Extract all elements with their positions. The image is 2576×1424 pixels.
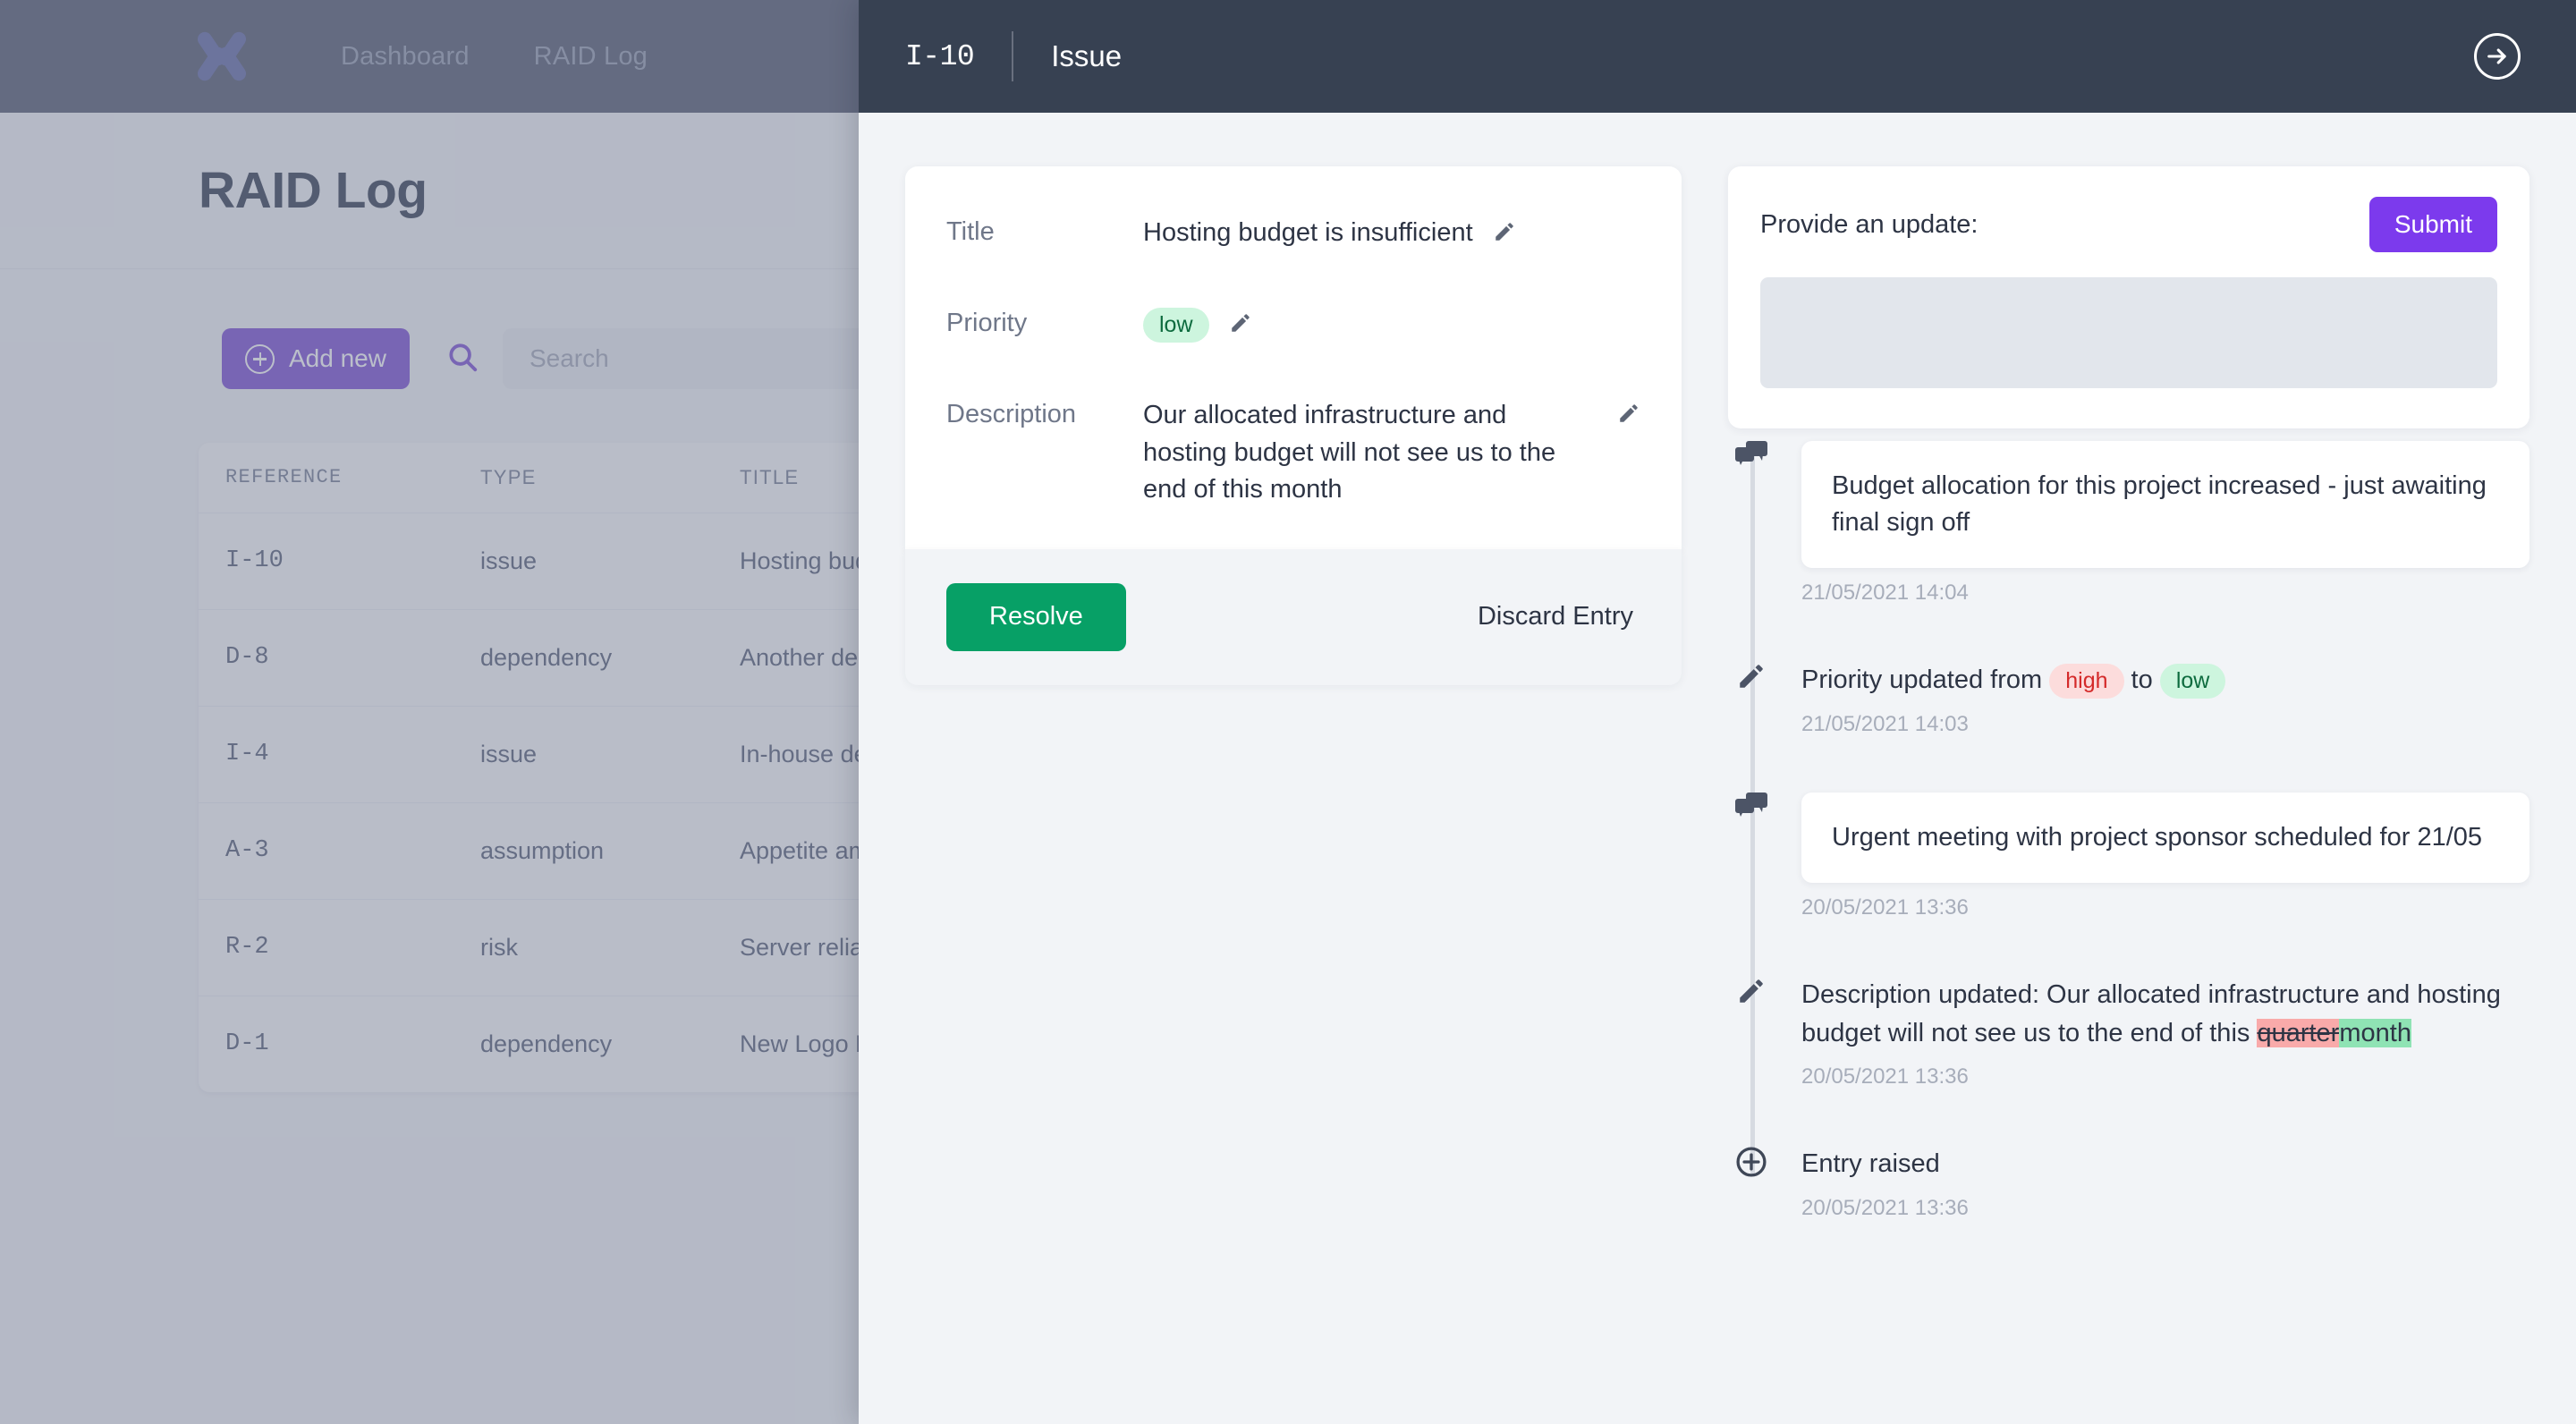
title-text: Hosting budget is insufficient xyxy=(1143,218,1473,247)
provide-update-label: Provide an update: xyxy=(1760,209,1979,239)
activity-column: Provide an update: Submit Budget allocat… xyxy=(1728,166,2529,1424)
field-value-priority: low xyxy=(1143,306,1633,345)
pencil-icon-title[interactable] xyxy=(1493,217,1516,254)
cell-type: assumption xyxy=(480,837,605,864)
pencil-icon-description[interactable] xyxy=(1617,399,1640,436)
timeline-gap xyxy=(1801,606,2529,661)
cell-reference: I-4 xyxy=(225,741,269,767)
header-divider xyxy=(1012,31,1014,81)
field-label-title: Title xyxy=(946,217,995,246)
submit-button[interactable]: Submit xyxy=(2368,197,2497,252)
field-label-description: Description xyxy=(946,400,1077,429)
provide-update-card: Provide an update: Submit xyxy=(1728,166,2529,428)
pencil-icon-priority[interactable] xyxy=(1229,309,1252,345)
timeline-items: Budget allocation for this project incre… xyxy=(1728,441,2529,1221)
field-description: Description Our allocated infrastructure… xyxy=(946,397,1638,508)
timeline-gap xyxy=(1801,920,2529,976)
field-priority: Priority low xyxy=(946,306,1633,345)
cell-reference: A-3 xyxy=(225,837,269,864)
plus-circle-icon xyxy=(245,343,275,374)
update-card-header: Provide an update: Submit xyxy=(1760,197,2497,252)
app-root: Dashboard RAID Log RAID Log Add new Sear… xyxy=(0,0,2576,1424)
update-textarea[interactable] xyxy=(1760,277,2497,388)
pencil-icon xyxy=(1728,661,1775,691)
modal-body: Title Hosting budget is insufficient Pri… xyxy=(859,113,2576,1424)
page-title: RAID Log xyxy=(199,162,428,219)
timeline-timestamp: 21/05/2021 14:04 xyxy=(1801,581,1969,606)
timeline-item: Priority updated from high to low 21/05/2… xyxy=(1728,661,2529,793)
cell-reference: D-8 xyxy=(225,644,269,671)
resolve-button[interactable]: Resolve xyxy=(946,582,1126,651)
diff-added-text: month xyxy=(2339,1018,2411,1047)
cell-type: risk xyxy=(480,934,518,961)
entry-detail-panel: I-10 Issue Title Hosting budget is insuf… xyxy=(859,0,2576,1424)
add-new-label: Add new xyxy=(289,344,386,372)
timeline-timestamp: 21/05/2021 14:03 xyxy=(1801,711,1969,736)
detail-card-actions: Resolve Discard Entry xyxy=(905,548,1682,685)
timeline-item: Description updated: Our allocated infra… xyxy=(1728,976,2529,1145)
diff-removed-text: quarter xyxy=(2257,1018,2340,1047)
field-value-title: Hosting budget is insufficient xyxy=(1143,215,1633,254)
timeline-description-change: Description updated: Our allocated infra… xyxy=(1801,980,2501,1047)
search-icon[interactable] xyxy=(445,340,479,378)
timeline-content: Description updated: Our allocated infra… xyxy=(1801,976,2529,1145)
x-logo-icon xyxy=(192,27,251,86)
timeline-content: Urgent meeting with project sponsor sche… xyxy=(1801,792,2529,976)
cell-reference: R-2 xyxy=(225,934,269,961)
cell-reference: I-10 xyxy=(225,547,284,574)
modal-header: I-10 Issue xyxy=(859,0,2576,113)
timeline-comment-bubble: Budget allocation for this project incre… xyxy=(1801,441,2529,569)
nav-link-dashboard[interactable]: Dashboard xyxy=(341,42,470,72)
entry-detail-card: Title Hosting budget is insufficient Pri… xyxy=(905,166,1682,549)
timeline-timestamp: 20/05/2021 13:36 xyxy=(1801,1196,1969,1221)
cell-type: issue xyxy=(480,547,538,574)
field-label-priority: Priority xyxy=(946,309,1028,338)
activity-timeline: Budget allocation for this project incre… xyxy=(1728,441,2529,1221)
priority-badge: low xyxy=(1143,308,1209,343)
cell-reference: D-1 xyxy=(225,1030,269,1057)
comment-icon xyxy=(1728,792,1775,821)
detail-column: Title Hosting budget is insufficient Pri… xyxy=(905,166,1682,1424)
timeline-item: Urgent meeting with project sponsor sche… xyxy=(1728,792,2529,976)
field-title: Title Hosting budget is insufficient xyxy=(946,215,1633,254)
pencil-icon xyxy=(1728,976,1775,1006)
nav-link-raid-log[interactable]: RAID Log xyxy=(534,42,648,72)
priority-from-badge: high xyxy=(2049,664,2124,699)
timeline-priority-change: Priority updated from high to low xyxy=(1801,661,2529,699)
cell-type: dependency xyxy=(480,644,613,671)
column-header-reference: REFERENCE xyxy=(225,466,343,488)
field-value-description: Our allocated infrastructure and hosting… xyxy=(1143,397,1638,508)
timeline-comment-bubble: Urgent meeting with project sponsor sche… xyxy=(1801,792,2529,884)
timeline-content: Budget allocation for this project incre… xyxy=(1801,441,2529,661)
plus-circle-icon xyxy=(1728,1145,1775,1179)
timeline-timestamp: 20/05/2021 13:36 xyxy=(1801,895,1969,920)
discard-entry-button[interactable]: Discard Entry xyxy=(1478,602,1633,631)
timeline-timestamp: 20/05/2021 13:36 xyxy=(1801,1064,1969,1089)
add-new-button[interactable]: Add new xyxy=(222,328,410,389)
timeline-entry-raised: Entry raised xyxy=(1801,1149,1940,1179)
timeline-gap xyxy=(1801,737,2529,793)
cell-type: issue xyxy=(480,741,538,767)
timeline-content: Priority updated from high to low 21/05/2… xyxy=(1801,661,2529,793)
timeline-content: Entry raised 20/05/2021 13:36 xyxy=(1801,1145,2529,1221)
cell-type: dependency xyxy=(480,1030,613,1057)
column-header-type: TYPE xyxy=(480,466,537,488)
timeline-item: Entry raised 20/05/2021 13:36 xyxy=(1728,1145,2529,1221)
arrow-right-circle-icon[interactable] xyxy=(2474,33,2521,80)
entry-type: Issue xyxy=(1051,39,1123,72)
comment-icon xyxy=(1728,441,1775,470)
entry-reference: I-10 xyxy=(905,39,975,73)
search-placeholder: Search xyxy=(529,344,609,372)
timeline-gap xyxy=(1801,1089,2529,1145)
description-text: Our allocated infrastructure and hosting… xyxy=(1143,401,1556,504)
priority-to-badge: low xyxy=(2159,664,2226,699)
timeline-item: Budget allocation for this project incre… xyxy=(1728,441,2529,661)
